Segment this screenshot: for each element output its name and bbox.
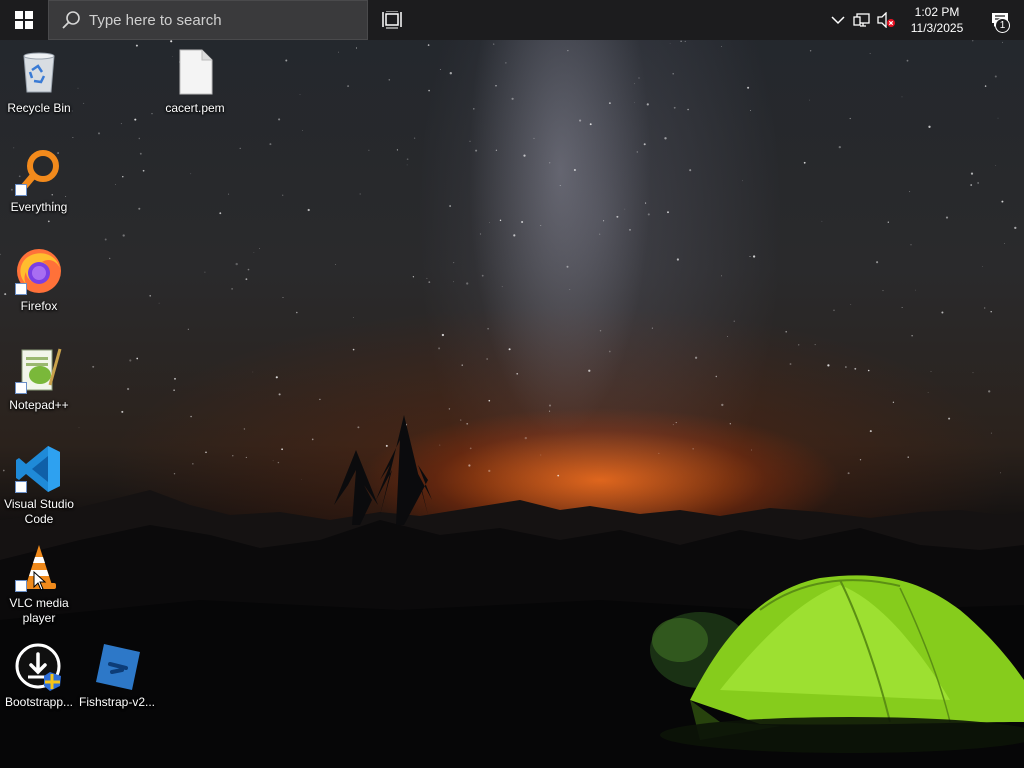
start-button[interactable] (0, 0, 48, 40)
search-icon (62, 11, 80, 29)
recycle-bin-icon (14, 48, 64, 98)
desktop-icon-label: Firefox (20, 299, 58, 313)
desktop-icon-firefox[interactable]: Firefox (1, 246, 77, 314)
volume-muted-icon (877, 12, 895, 28)
notification-count-badge: 1 (995, 18, 1010, 33)
chevron-up-icon (831, 16, 845, 25)
everything-search-icon (14, 147, 64, 197)
task-view-icon (382, 11, 402, 29)
clock-time: 1:02 PM (914, 5, 960, 19)
volume-button[interactable] (874, 0, 898, 40)
desktop-icon-vscode[interactable]: Visual Studio Code (1, 444, 77, 527)
file-icon (170, 48, 220, 98)
shortcut-arrow-icon (15, 580, 27, 592)
taskbar-search-box[interactable] (48, 0, 368, 40)
shortcut-arrow-icon (15, 382, 27, 394)
desktop-icon-label: Notepad++ (9, 398, 69, 412)
desktop-icon-label: cacert.pem (165, 101, 225, 115)
desktop-icon-label: Everything (10, 200, 68, 214)
fishstrap-icon (92, 642, 142, 692)
desktop-icon-label: Visual Studio Code (4, 497, 74, 526)
network-button[interactable] (850, 0, 874, 40)
desktop-icon-label: Bootstrapp... (4, 695, 74, 709)
clock-button[interactable]: 1:02 PM 11/3/2025 (898, 0, 976, 40)
clock-date: 11/3/2025 (910, 21, 964, 35)
desktop-icon-everything[interactable]: Everything (1, 147, 77, 215)
desktop-icon-label: Fishstrap-v2... (78, 695, 156, 709)
search-input[interactable] (89, 11, 349, 29)
desktop-icon-cacert[interactable]: cacert.pem (157, 48, 233, 116)
bootstrapper-icon (14, 642, 64, 692)
taskbar: 1:02 PM 11/3/2025 1 (0, 0, 1024, 40)
firefox-icon (14, 246, 64, 296)
network-icon (853, 13, 870, 27)
system-tray: 1:02 PM 11/3/2025 1 (826, 0, 1024, 40)
mouse-cursor-icon (33, 571, 47, 591)
show-hidden-icons-button[interactable] (826, 0, 850, 40)
desktop-icon-label: VLC media player (9, 596, 69, 625)
notepad-plus-plus-icon (14, 345, 64, 395)
shortcut-arrow-icon (15, 184, 27, 196)
desktop-icon-fishstrap[interactable]: Fishstrap-v2... (79, 642, 155, 710)
desktop-icon-bootstrapper[interactable]: Bootstrapp... (1, 642, 77, 710)
desktop-icon-recycle-bin[interactable]: Recycle Bin (1, 48, 77, 116)
windows-logo-icon (15, 11, 33, 29)
desktop-icon-notepadpp[interactable]: Notepad++ (1, 345, 77, 413)
shortcut-arrow-icon (15, 481, 27, 493)
task-view-button[interactable] (368, 0, 416, 40)
vscode-icon (14, 444, 64, 494)
desktop-icon-label: Recycle Bin (7, 101, 71, 115)
action-center-button[interactable]: 1 (976, 0, 1024, 40)
shortcut-arrow-icon (15, 283, 27, 295)
